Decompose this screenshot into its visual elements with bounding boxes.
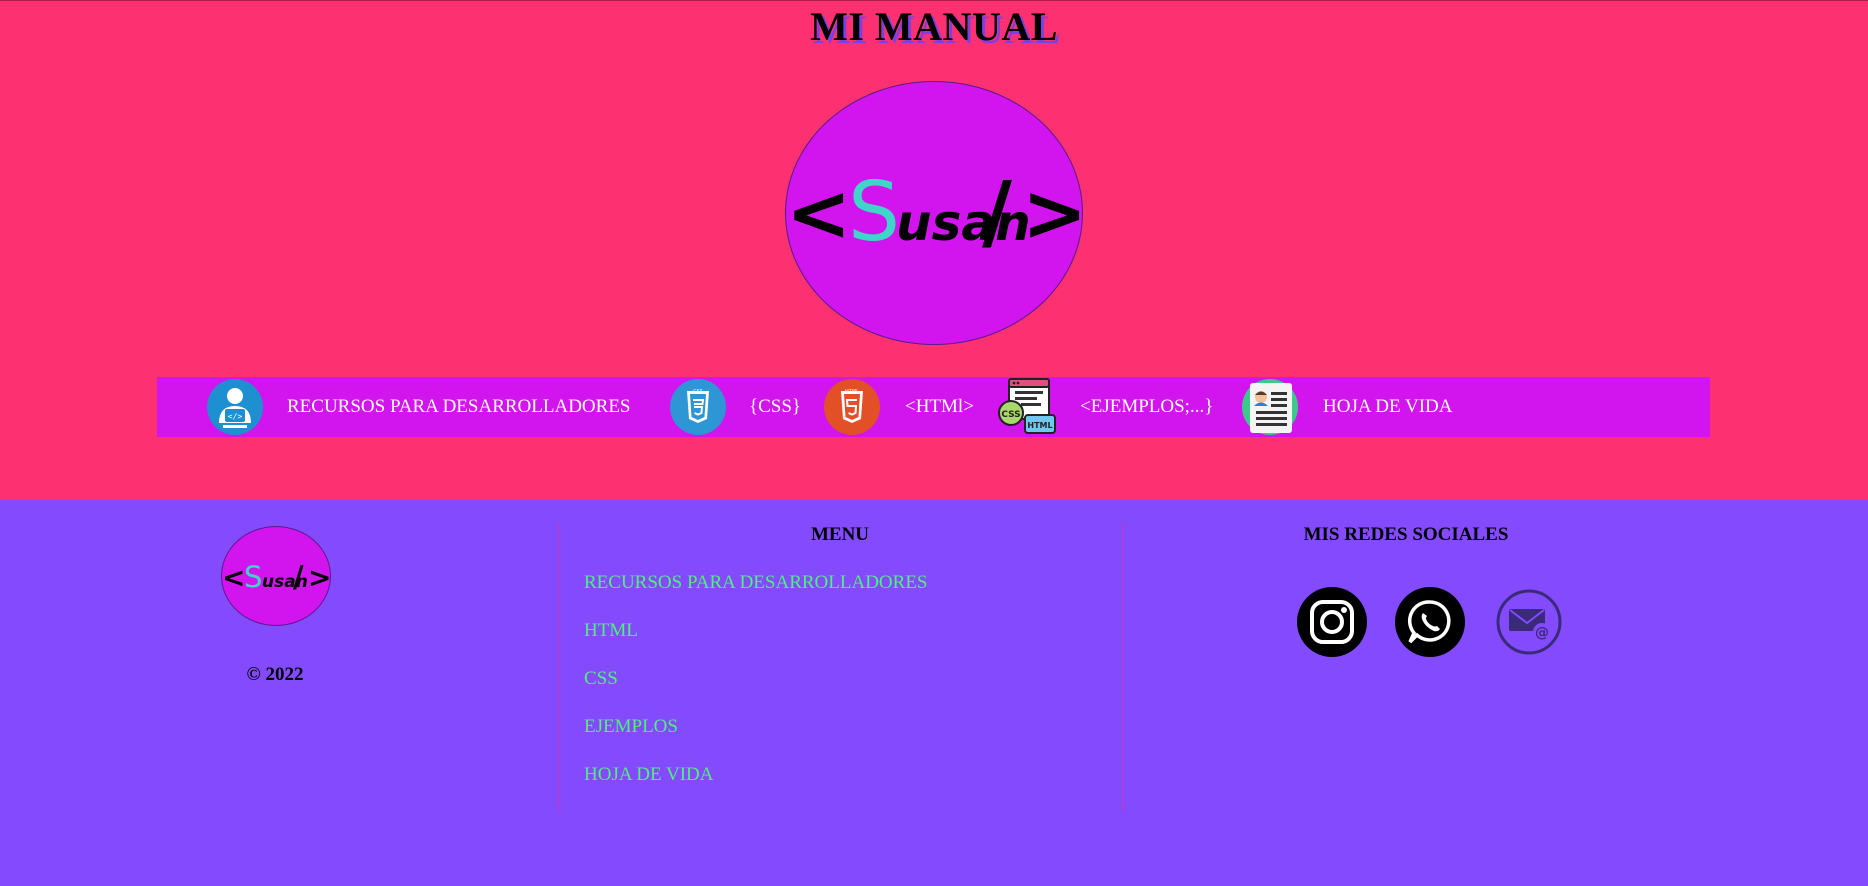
footer-divider-left (558, 522, 559, 812)
svg-text:<: < (222, 561, 245, 594)
resume-icon[interactable] (1242, 379, 1298, 435)
site-logo: < S usan / > (785, 81, 1084, 345)
footer-link-hoja-de-vida[interactable]: HOJA DE VIDA (584, 764, 713, 786)
copyright: © 2022 (246, 664, 304, 685)
footer: < S usan / > © 2022 MENU RECURSOS PARA D… (0, 500, 1868, 886)
svg-text:CSS: CSS (693, 389, 703, 395)
footer-link-ejemplos[interactable]: EJEMPLOS (584, 716, 678, 738)
whatsapp-icon[interactable] (1395, 587, 1465, 657)
svg-text:>: > (308, 561, 331, 594)
email-icon[interactable]: @ (1494, 587, 1564, 657)
svg-text:@: @ (1535, 625, 1549, 641)
logo-lt: < (786, 169, 851, 259)
logo-slash: / (982, 165, 1012, 260)
header: MI MANUAL < S usan / > </> RECURSOS PARA… (0, 0, 1868, 500)
nav-item-ejemplos[interactable]: <EJEMPLOS;...} (1080, 377, 1213, 437)
logo-gt: > (1022, 169, 1084, 259)
css-html-examples-icon[interactable]: CSS HTML (997, 377, 1057, 437)
instagram-icon[interactable] (1297, 587, 1367, 657)
footer-logo: < S usan / > (221, 526, 331, 626)
developer-resources-icon[interactable]: </> (207, 379, 263, 435)
html5-icon[interactable]: HTML (824, 379, 880, 435)
svg-text:</>: </> (228, 412, 243, 421)
svg-text:HTML: HTML (845, 389, 859, 395)
footer-link-css[interactable]: CSS (584, 668, 618, 690)
footer-divider-right (1122, 522, 1123, 812)
nav-item-css[interactable]: {CSS} (749, 377, 801, 437)
logo-s: S (848, 165, 900, 260)
svg-text:CSS: CSS (1001, 410, 1020, 420)
css3-icon[interactable]: CSS (670, 379, 726, 435)
svg-text:S: S (244, 560, 262, 594)
nav-bar: </> RECURSOS PARA DESARROLLADORES CSS {C… (157, 377, 1710, 437)
page-title: MI MANUAL (810, 4, 1058, 49)
footer-link-recursos[interactable]: RECURSOS PARA DESARROLLADORES (584, 572, 928, 594)
footer-menu-heading: MENU (810, 524, 870, 545)
nav-item-html[interactable]: <HTMl> (905, 377, 974, 437)
nav-item-hoja-de-vida[interactable]: HOJA DE VIDA (1323, 377, 1452, 437)
social-heading: MIS REDES SOCIALES (1303, 524, 1509, 545)
nav-item-recursos[interactable]: RECURSOS PARA DESARROLLADORES (287, 377, 631, 437)
svg-text:HTML: HTML (1027, 421, 1052, 430)
svg-text:/: / (293, 560, 304, 594)
footer-link-html[interactable]: HTML (584, 620, 638, 642)
